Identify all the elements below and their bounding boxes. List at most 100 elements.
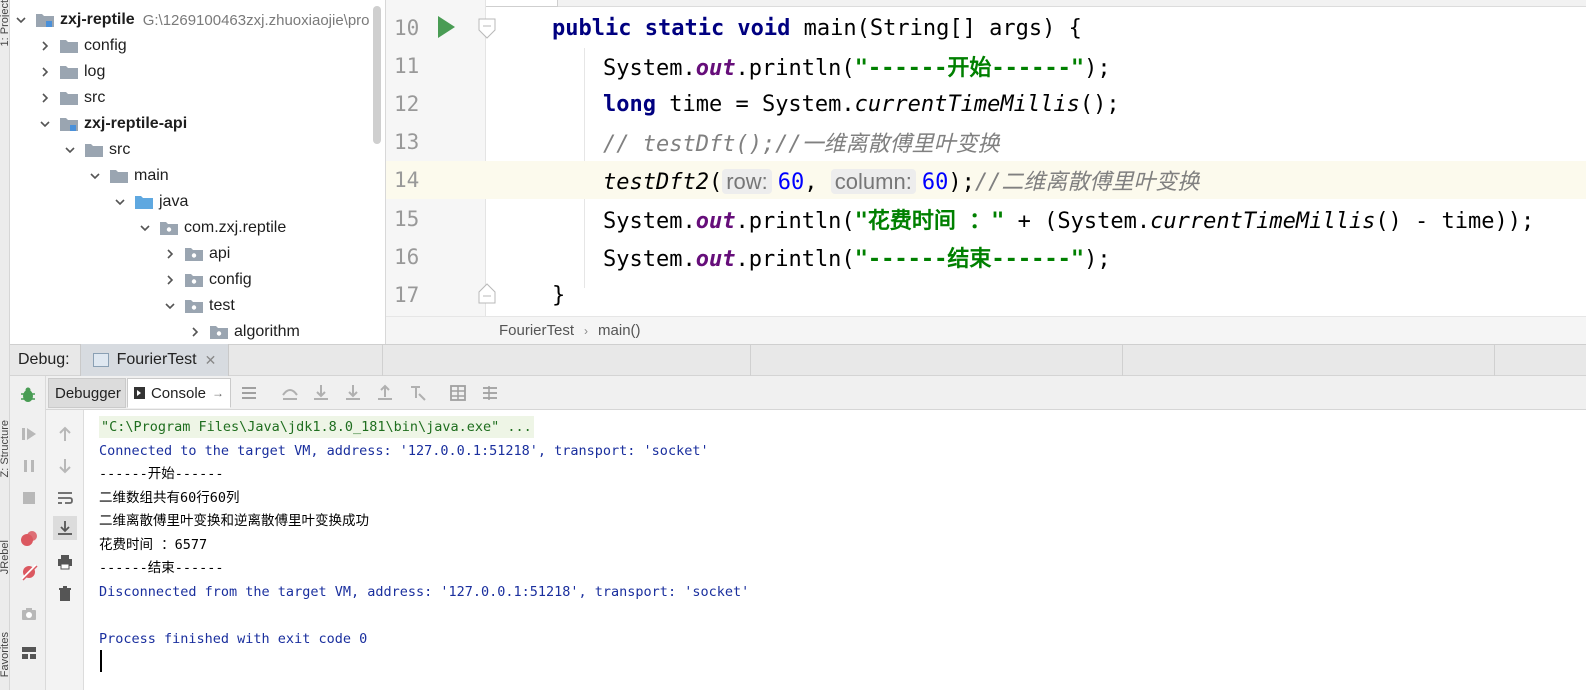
resume-icon[interactable] [19,424,39,444]
tree-item-java[interactable]: java [113,189,188,215]
line-number: 14 [394,168,420,192]
step-out-icon[interactable] [375,383,395,403]
chevron-down-icon[interactable] [138,221,152,235]
code-line[interactable]: 15 System.out.println("花费时间 ：" + (System… [386,200,1586,238]
source-folder-icon [135,195,153,209]
bug-icon[interactable] [19,386,37,404]
tree-item-label: src [84,89,106,106]
console-line: Process finished with exit code 0 [99,631,368,647]
tree-item-label: log [84,63,106,80]
chevron-right-icon[interactable] [188,325,202,339]
run-icon[interactable] [438,16,455,38]
code-comment: // testDft();//一维离散傅里叶变换 [603,132,1000,157]
fold-expand-icon[interactable] [478,282,496,304]
stop-icon[interactable] [19,488,39,508]
debug-session-tab[interactable]: FourierTest ✕ [79,344,230,376]
project-tree-scrollbar[interactable] [373,6,381,144]
force-step-into-icon[interactable] [343,383,363,403]
layout-icon[interactable] [19,643,39,663]
tree-item-label: com.zxj.reptile [184,219,287,236]
tree-item-root[interactable]: zxj-reptile G:\1269100463zxj.zhuoxiaojie… [14,7,370,33]
chevron-down-icon[interactable] [88,169,102,183]
code-line[interactable]: 17 } [386,276,1586,314]
folder-icon [60,91,78,105]
console-output[interactable]: "C:\Program Files\Java\jdk1.8.0_181\bin\… [84,410,1586,690]
tree-item-package[interactable]: com.zxj.reptile [138,215,286,241]
code-line[interactable]: 10 public static void main(String[] args… [386,9,1586,47]
tree-item-config[interactable]: config [38,33,127,59]
arrow-up-icon[interactable] [55,424,75,444]
fold-collapse-icon[interactable] [478,18,496,40]
line-number: 13 [394,130,420,154]
chevron-right-icon[interactable] [163,273,177,287]
console-icon [134,387,145,399]
code-text: ); [1084,247,1111,272]
scroll-to-end-icon[interactable] [53,516,77,540]
chevron-right-icon[interactable] [38,91,52,105]
chevron-down-icon[interactable] [38,117,52,131]
chevron-right-icon[interactable] [38,65,52,79]
chevron-right-icon[interactable] [38,39,52,53]
tree-item-label: config [84,37,127,54]
folder-icon [85,143,103,157]
package-icon [185,299,203,313]
code-line-current[interactable]: 14 testDft2(row: 60, column: 60);//二维离散傅里叶… [386,161,1586,199]
code-line[interactable]: 12 long time = System.currentTimeMillis(… [386,85,1586,123]
chevron-down-icon[interactable] [63,143,77,157]
line-number: 10 [394,16,420,40]
structure-tool-tab[interactable]: Z: Structure [0,420,9,477]
arrow-down-icon[interactable] [55,456,75,476]
debug-title: Debug: [18,351,70,368]
code-number: 60 [777,170,805,195]
code-line[interactable]: 13 // testDft();//一维离散傅里叶变换 [386,123,1586,161]
tree-item-api[interactable]: api [163,241,230,267]
folder-icon [60,39,78,53]
code-text: ( [708,170,723,195]
code-line[interactable]: 16 System.out.println("------结束------"); [386,238,1586,276]
code-static-method: testDft2 [603,170,709,195]
console-line: Connected to the target VM, address: '12… [99,443,709,459]
tree-item-algorithm[interactable]: algorithm [188,319,300,344]
tab-console[interactable]: Console → [127,378,231,408]
pause-icon[interactable] [19,456,39,476]
step-into-icon[interactable] [311,383,331,403]
text-cursor [100,650,102,672]
code-static-method: currentTimeMillis [1150,209,1376,234]
line-number: 16 [394,245,420,269]
chevron-down-icon[interactable] [113,195,127,209]
view-breakpoints-icon[interactable] [19,529,39,549]
trace-settings-icon[interactable] [480,383,500,403]
chevron-down-icon[interactable] [163,299,177,313]
menu-lines-icon[interactable] [239,383,259,403]
tree-item-log[interactable]: log [38,59,105,85]
breadcrumb-item-method[interactable]: main() [598,322,641,339]
tab-debugger[interactable]: Debugger [48,378,126,408]
mute-breakpoints-icon[interactable] [19,562,39,582]
tree-item-src[interactable]: src [38,85,105,111]
soft-wrap-icon[interactable] [55,488,75,508]
breadcrumb: FourierTest › main() [386,316,1586,344]
tree-item-config-pkg[interactable]: config [163,267,252,293]
trash-icon[interactable] [55,584,75,604]
run-to-cursor-icon[interactable] [407,383,427,403]
favorites-tool-tab[interactable]: Favorites [0,632,9,677]
code-editor[interactable]: 10 public static void main(String[] args… [386,0,1586,316]
code-text: .println( [735,247,855,272]
tree-item-src[interactable]: src [63,137,130,163]
project-tool-tab[interactable]: 1: Project [0,0,9,46]
print-icon[interactable] [55,552,75,572]
tree-item-label: api [209,245,231,262]
close-icon[interactable]: ✕ [205,352,217,369]
tree-item-main[interactable]: main [88,163,169,189]
step-over-icon[interactable] [280,383,300,403]
chevron-right-icon[interactable] [163,247,177,261]
breadcrumb-item-class[interactable]: FourierTest [499,322,574,339]
code-line[interactable]: 11 System.out.println("------开始------"); [386,47,1586,85]
debug-header: Debug: FourierTest ✕ [10,344,1586,377]
tree-item-api-module[interactable]: zxj-reptile-api [38,111,187,137]
evaluate-expression-icon[interactable] [448,383,468,403]
chevron-down-icon[interactable] [14,13,28,27]
camera-icon[interactable] [19,604,39,624]
tree-item-test[interactable]: test [163,293,235,319]
jrebel-tool-tab[interactable]: JRebel [0,540,9,574]
